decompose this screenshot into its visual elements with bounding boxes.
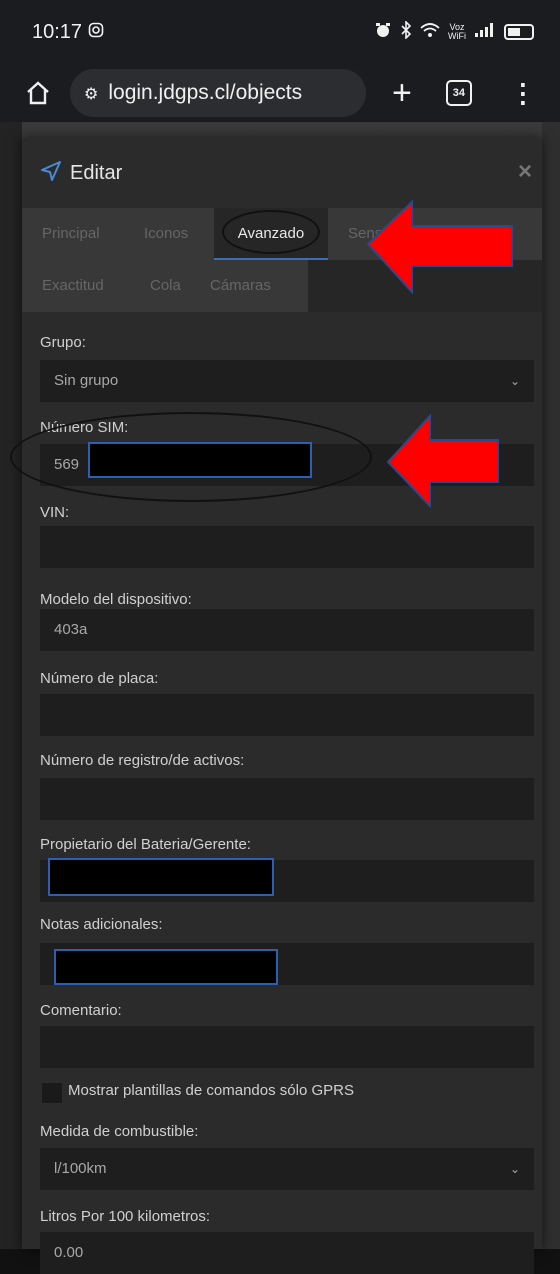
redaction-box-notas: [54, 949, 278, 985]
tab-cola[interactable]: Cola: [150, 260, 181, 312]
redaction-box-propietario: [48, 858, 274, 896]
wifi-icon: [420, 22, 440, 43]
tabs-row-2: Exactitud Cola Cámaras: [22, 260, 308, 312]
registro-input[interactable]: [40, 778, 534, 820]
modelo-label: Modelo del dispositivo:: [40, 591, 192, 608]
home-button[interactable]: [22, 77, 54, 109]
navigation-arrow-icon: [40, 160, 62, 187]
page-background-right: [542, 122, 560, 1249]
battery-icon: [504, 24, 534, 40]
notas-label: Notas adicionales:: [40, 916, 163, 933]
chevron-down-icon: ⌄: [509, 1162, 520, 1176]
gprs-checkbox-label: Mostrar plantillas de comandos sólo GPRS: [68, 1082, 354, 1099]
tab-camaras[interactable]: Cámaras: [210, 260, 271, 312]
combustible-select[interactable]: l/100km ⌄: [40, 1148, 534, 1190]
tab-exactitud[interactable]: Exactitud: [42, 260, 104, 312]
status-time: 10:17: [32, 20, 83, 43]
url-text: login.jdgps.cl/objects: [108, 81, 303, 104]
signal-icon: [474, 22, 496, 43]
chevron-down-icon: ⌄: [509, 374, 520, 388]
placa-label: Número de placa:: [40, 670, 159, 687]
annotation-arrow-sim: [386, 413, 499, 509]
browser-toolbar: ⚙ login.jdgps.cl/objects + 34 ⋮: [0, 64, 560, 122]
tab-iconos[interactable]: Iconos: [144, 208, 188, 260]
vin-label: VIN:: [40, 504, 70, 521]
status-bar: 10:17 Voz WiFi: [0, 0, 560, 64]
instagram-icon: [88, 21, 104, 44]
alarm-icon: [374, 21, 392, 44]
modelo-input[interactable]: 403a: [40, 609, 534, 651]
modal-title: Editar: [70, 161, 123, 184]
grupo-select[interactable]: Sin grupo ⌄: [40, 360, 534, 402]
new-tab-button[interactable]: +: [392, 76, 412, 110]
tab-principal[interactable]: Principal: [42, 208, 100, 260]
bluetooth-icon: [400, 19, 412, 44]
combustible-value: l/100km: [54, 1160, 107, 1177]
tab-switcher-button[interactable]: 34: [445, 80, 472, 106]
grupo-label: Grupo:: [40, 334, 86, 351]
propietario-label: Propietario del Bateria/Gerente:: [40, 836, 251, 853]
site-settings-icon[interactable]: ⚙: [84, 84, 98, 103]
placa-input[interactable]: [40, 694, 534, 736]
combustible-label: Medida de combustible:: [40, 1123, 199, 1140]
close-button[interactable]: ×: [518, 158, 532, 186]
annotation-oval-sim: [10, 412, 372, 502]
annotation-arrow-tab: [366, 199, 513, 295]
vowifi-indicator: Voz WiFi: [448, 22, 466, 41]
annotation-oval-avanzado: [222, 210, 320, 254]
page-background-left: [0, 122, 22, 1249]
browser-menu-button[interactable]: ⋮: [510, 80, 536, 106]
gprs-checkbox[interactable]: [42, 1083, 62, 1103]
home-icon: [27, 81, 49, 105]
litros-value: 0.00: [54, 1244, 84, 1261]
modelo-value: 403a: [54, 621, 88, 638]
comentario-label: Comentario:: [40, 1002, 122, 1019]
edit-object-modal: Editar × Principal Iconos Avanzado Senso…: [10, 138, 542, 1274]
litros-label: Litros Por 100 kilometros:: [40, 1208, 211, 1225]
registro-label: Número de registro/de activos:: [40, 752, 245, 769]
litros-input[interactable]: 0.00: [40, 1232, 534, 1274]
comentario-input[interactable]: [40, 1026, 534, 1068]
vin-input[interactable]: [40, 526, 534, 568]
address-bar[interactable]: ⚙ login.jdgps.cl/objects: [70, 69, 366, 117]
grupo-value: Sin grupo: [54, 372, 119, 389]
